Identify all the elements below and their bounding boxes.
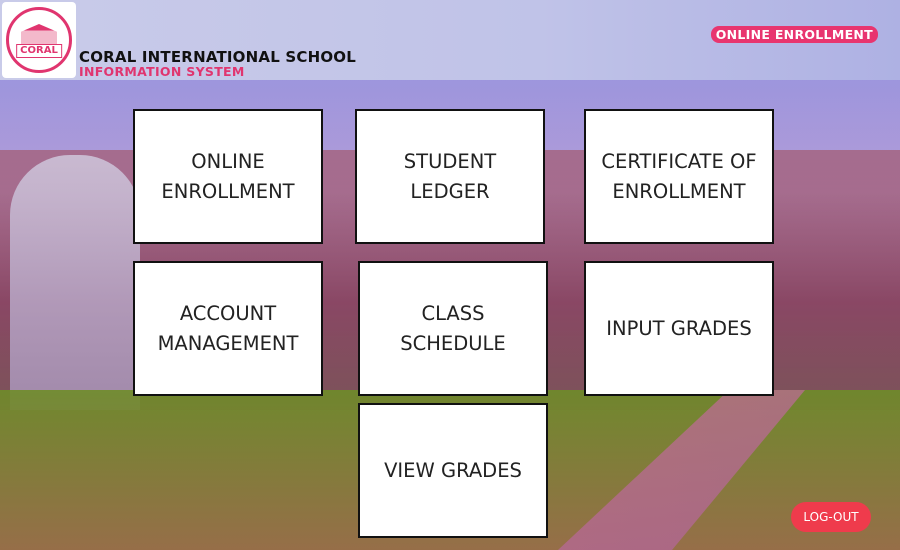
building-icon — [21, 24, 57, 46]
school-seal-icon: CORAL — [6, 7, 72, 73]
background-tower — [10, 155, 140, 410]
input-grades-button[interactable]: INPUT GRADES — [584, 261, 774, 396]
logout-button[interactable]: LOG-OUT — [791, 502, 871, 532]
student-ledger-button[interactable]: STUDENT LEDGER — [355, 109, 545, 244]
certificate-of-enrollment-button[interactable]: CERTIFICATE OF ENROLLMENT — [584, 109, 774, 244]
system-subtitle: INFORMATION SYSTEM — [79, 64, 245, 79]
school-logo: CORAL — [2, 2, 76, 78]
online-enrollment-badge: ONLINE ENROLLMENT — [710, 26, 878, 43]
class-schedule-button[interactable]: CLASS SCHEDULE — [358, 261, 548, 396]
logo-text: CORAL — [16, 44, 62, 58]
view-grades-button[interactable]: VIEW GRADES — [358, 403, 548, 538]
account-management-button[interactable]: ACCOUNT MANAGEMENT — [133, 261, 323, 396]
online-enrollment-button[interactable]: ONLINE ENROLLMENT — [133, 109, 323, 244]
